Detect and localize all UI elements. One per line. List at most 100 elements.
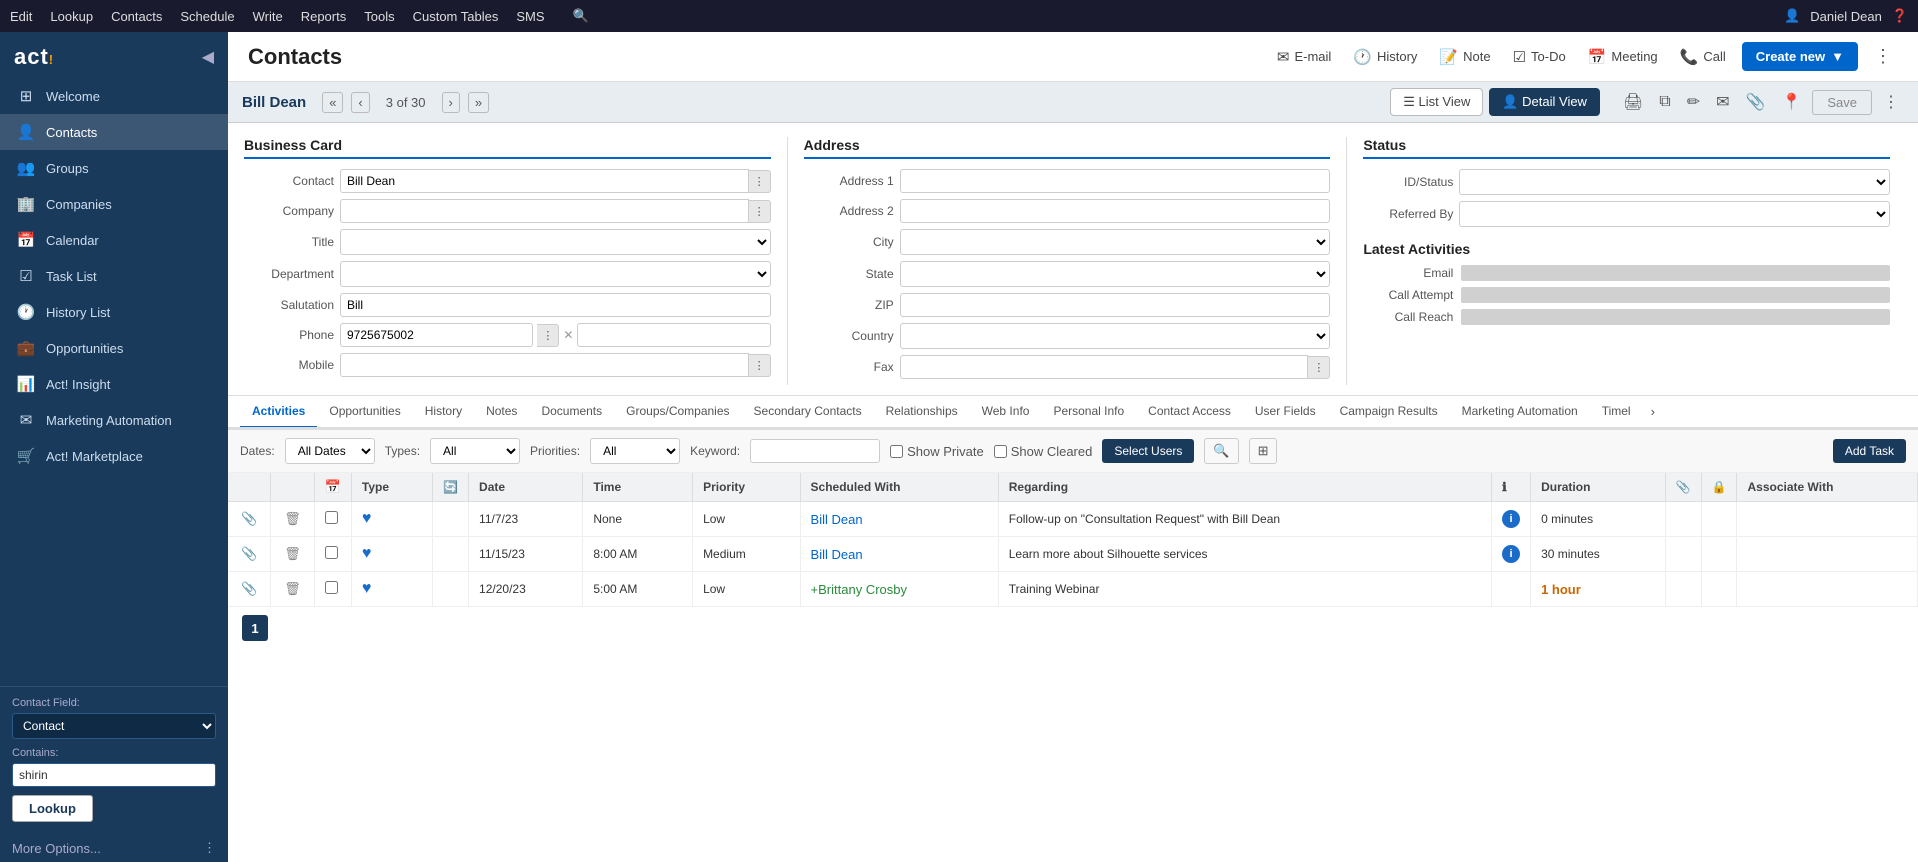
mobile-input[interactable]: [340, 353, 749, 377]
address1-input[interactable]: [900, 169, 1331, 193]
row-attach-btn-2[interactable]: 📎: [238, 545, 260, 563]
phone-input[interactable]: [340, 323, 533, 347]
location-btn[interactable]: 📍: [1776, 89, 1806, 115]
menu-custom-tables[interactable]: Custom Tables: [413, 9, 499, 24]
row-checkbox-3[interactable]: [325, 581, 338, 594]
filter-search-button[interactable]: 🔍: [1204, 438, 1238, 464]
more-options[interactable]: More Options... ⋮: [0, 832, 228, 862]
company-expand-btn[interactable]: ⋮: [749, 200, 771, 223]
select-users-button[interactable]: Select Users: [1102, 439, 1194, 463]
help-icon[interactable]: ❓: [1892, 8, 1908, 24]
sidebar-item-companies[interactable]: 🏢 Companies: [0, 186, 228, 222]
sidebar-item-marketing-automation[interactable]: ✉ Marketing Automation: [0, 402, 228, 438]
detail-view-btn[interactable]: 👤 Detail View: [1489, 88, 1600, 116]
copy-btn[interactable]: ⧉: [1654, 90, 1675, 114]
title-select[interactable]: [340, 229, 771, 255]
contact-field-select[interactable]: Contact: [12, 713, 216, 739]
sidebar-item-task-list[interactable]: ☑ Task List: [0, 258, 228, 294]
page-1-btn[interactable]: 1: [242, 615, 268, 641]
tab-timel[interactable]: Timel: [1590, 396, 1643, 429]
tab-groups-companies[interactable]: Groups/Companies: [614, 396, 741, 429]
lookup-button[interactable]: Lookup: [12, 795, 93, 822]
last-record-btn[interactable]: »: [468, 92, 489, 113]
tab-activities[interactable]: Activities: [240, 396, 317, 429]
row-attach-btn-3[interactable]: 📎: [238, 580, 260, 598]
fax-input[interactable]: [900, 355, 1309, 379]
salutation-input[interactable]: [340, 293, 771, 317]
todo-action-btn[interactable]: ☑ To-Do: [1507, 44, 1572, 70]
tab-notes[interactable]: Notes: [474, 396, 529, 429]
row-info-1[interactable]: i: [1502, 510, 1520, 528]
show-cleared-checkbox[interactable]: [994, 445, 1007, 458]
top-search-icon[interactable]: 🔍: [573, 8, 589, 24]
tab-marketing-automation[interactable]: Marketing Automation: [1450, 396, 1590, 429]
dates-filter-select[interactable]: All Dates: [285, 438, 375, 464]
priorities-filter-select[interactable]: All: [590, 438, 680, 464]
row-attach-btn-1[interactable]: 📎: [238, 510, 260, 528]
zip-input[interactable]: [900, 293, 1331, 317]
menu-tools[interactable]: Tools: [364, 9, 394, 24]
types-filter-select[interactable]: All: [430, 438, 520, 464]
email-action-btn[interactable]: ✉ E-mail: [1271, 44, 1337, 70]
sidebar-collapse-btn[interactable]: ◀: [202, 47, 214, 67]
tab-contact-access[interactable]: Contact Access: [1136, 396, 1243, 429]
menu-schedule[interactable]: Schedule: [180, 9, 234, 24]
sidebar-item-act-marketplace[interactable]: 🛒 Act! Marketplace: [0, 438, 228, 474]
sidebar-item-calendar[interactable]: 📅 Calendar: [0, 222, 228, 258]
sidebar-item-opportunities[interactable]: 💼 Opportunities: [0, 330, 228, 366]
show-private-checkbox[interactable]: [890, 445, 903, 458]
city-select[interactable]: [900, 229, 1331, 255]
row-delete-btn-1[interactable]: 🗑: [281, 510, 304, 528]
tab-opportunities[interactable]: Opportunities: [317, 396, 412, 429]
prev-record-btn[interactable]: ‹: [351, 92, 369, 113]
history-action-btn[interactable]: 🕐 History: [1347, 44, 1423, 70]
row-delete-btn-3[interactable]: 🗑: [281, 580, 304, 598]
add-task-button[interactable]: Add Task: [1833, 439, 1906, 463]
menu-lookup[interactable]: Lookup: [50, 9, 93, 24]
tab-history[interactable]: History: [413, 396, 474, 429]
keyword-filter-input[interactable]: [750, 439, 880, 463]
tab-campaign-results[interactable]: Campaign Results: [1328, 396, 1450, 429]
contact-expand-btn[interactable]: ⋮: [749, 170, 771, 193]
show-cleared-label[interactable]: Show Cleared: [994, 444, 1093, 459]
row-checkbox-2[interactable]: [325, 546, 338, 559]
menu-edit[interactable]: Edit: [10, 9, 32, 24]
meeting-action-btn[interactable]: 📅 Meeting: [1582, 44, 1664, 70]
header-more-button[interactable]: ⋮: [1868, 42, 1898, 71]
tab-web-info[interactable]: Web Info: [970, 396, 1042, 429]
create-new-button[interactable]: Create new ▼: [1742, 42, 1858, 71]
sidebar-item-history-list[interactable]: 🕐 History List: [0, 294, 228, 330]
sidebar-item-contacts[interactable]: 👤 Contacts: [0, 114, 228, 150]
tab-personal-info[interactable]: Personal Info: [1041, 396, 1136, 429]
row-scheduled-with-3[interactable]: +Brittany Crosby: [811, 582, 907, 597]
tab-secondary-contacts[interactable]: Secondary Contacts: [742, 396, 874, 429]
referred-by-select[interactable]: [1459, 201, 1890, 227]
print-btn[interactable]: 🖨: [1618, 89, 1648, 115]
department-select[interactable]: [340, 261, 771, 287]
sidebar-item-act-insight[interactable]: 📊 Act! Insight: [0, 366, 228, 402]
phone-expand-btn[interactable]: ⋮: [537, 324, 559, 347]
contact-input[interactable]: [340, 169, 749, 193]
address2-input[interactable]: [900, 199, 1331, 223]
next-record-btn[interactable]: ›: [442, 92, 460, 113]
tab-documents[interactable]: Documents: [529, 396, 614, 429]
contains-input[interactable]: [12, 763, 216, 787]
call-action-btn[interactable]: 📞 Call: [1674, 44, 1732, 70]
attachment-btn[interactable]: 📎: [1741, 89, 1771, 115]
menu-reports[interactable]: Reports: [301, 9, 347, 24]
toolbar-more-btn[interactable]: ⋮: [1878, 89, 1904, 115]
row-info-2[interactable]: i: [1502, 545, 1520, 563]
row-checkbox-1[interactable]: [325, 511, 338, 524]
mobile-expand-btn[interactable]: ⋮: [749, 354, 771, 377]
sidebar-item-welcome[interactable]: ⊞ Welcome: [0, 78, 228, 114]
email-toolbar-btn[interactable]: ✉: [1711, 89, 1734, 115]
phone-ext-input[interactable]: [577, 323, 770, 347]
row-scheduled-with-2[interactable]: Bill Dean: [811, 547, 863, 562]
company-input[interactable]: [340, 199, 749, 223]
filter-grid-button[interactable]: ⊞: [1249, 438, 1278, 464]
menu-sms[interactable]: SMS: [516, 9, 544, 24]
tab-relationships[interactable]: Relationships: [874, 396, 970, 429]
note-action-btn[interactable]: 📝 Note: [1433, 44, 1496, 70]
sidebar-item-groups[interactable]: 👥 Groups: [0, 150, 228, 186]
first-record-btn[interactable]: «: [322, 92, 343, 113]
